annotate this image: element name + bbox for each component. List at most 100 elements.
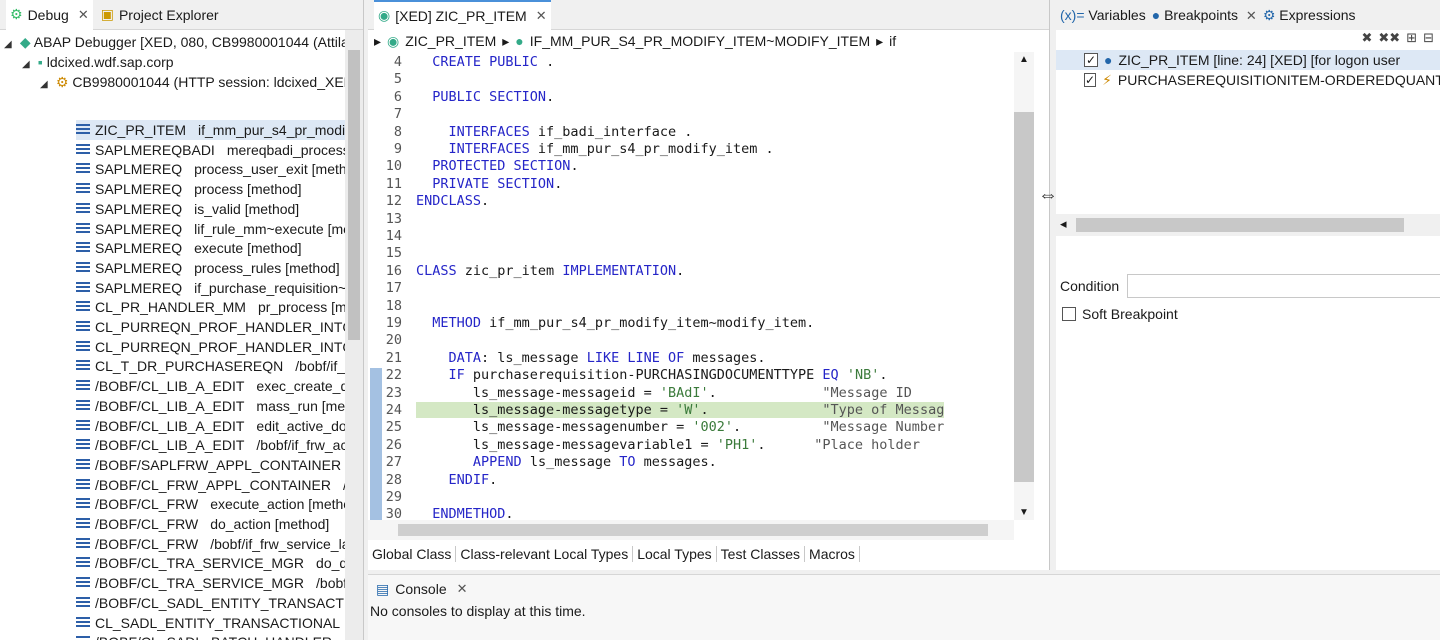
stack-frame[interactable]: SAPLMEREQ process_rules [method]: [76, 258, 346, 278]
code-line[interactable]: 20: [368, 332, 1014, 350]
chevron-down-icon[interactable]: ▼: [1019, 507, 1029, 518]
code-line[interactable]: 5: [368, 71, 1014, 89]
stack-frame[interactable]: SAPLMEREQ if_purchase_requisition~p: [76, 278, 346, 298]
stack-frame[interactable]: SAPLMEREQ lif_rule_mm~execute [me: [76, 219, 346, 239]
scroll-thumb[interactable]: [1076, 218, 1404, 232]
editor-vscroll[interactable]: ▲ ▼: [1014, 52, 1034, 520]
code-line[interactable]: 28 ENDIF.: [368, 472, 1014, 490]
code-line[interactable]: 6 PUBLIC SECTION.: [368, 89, 1014, 107]
editor-bottom-tab[interactable]: Global Class: [368, 546, 457, 562]
code-line[interactable]: 18: [368, 298, 1014, 316]
stack-frame[interactable]: /BOBF/CL_SADL_ENTITY_TRANSACT_e: [76, 593, 346, 613]
code-line[interactable]: 4 CREATE PUBLIC .: [368, 54, 1014, 72]
chevron-up-icon[interactable]: ▲: [1019, 54, 1029, 65]
stack-frame[interactable]: SAPLMEREQ process [method]: [76, 179, 346, 199]
scroll-thumb[interactable]: [1014, 112, 1034, 482]
close-icon[interactable]: ✕: [536, 8, 547, 24]
stack-frame[interactable]: /BOBF/CL_LIB_A_EDIT exec_create_draf: [76, 376, 346, 396]
close-icon[interactable]: ✕: [457, 581, 468, 597]
breakpoint-item[interactable]: ✓ ⚡ PURCHASEREQUISITIONITEM-ORDEREDQUANTIT…: [1056, 70, 1440, 90]
stack-frame[interactable]: CL_PR_HANDLER_MM pr_process [met: [76, 297, 346, 317]
breakpoint-item[interactable]: ✓ ● ZIC_PR_ITEM [line: 24] [XED] [for logo…: [1056, 50, 1440, 70]
code-line[interactable]: 23 ls_message-messageid = 'BAdI'. "Messa…: [368, 385, 1014, 403]
code-line[interactable]: 30 ENDMETHOD.: [368, 506, 1014, 520]
stack-frame[interactable]: /BOBF/CL_FRW execute_action [metho: [76, 494, 346, 514]
stack-frame[interactable]: /BOBF/CL_SADL_BATCH_HANDLERexe: [76, 632, 346, 640]
tree-node-session[interactable]: ◢ ⚙ CB9980001044 (HTTP session: ldcixed_…: [40, 72, 362, 92]
right-hscroll[interactable]: ◂: [1056, 214, 1440, 236]
stack-frame[interactable]: /BOBF/CL_FRW_APPL_CONTAINER/bo: [76, 475, 346, 495]
tree-node-host[interactable]: ◢ ▪ ldcixed.wdf.sap.corp: [22, 52, 174, 72]
code-line[interactable]: 29: [368, 489, 1014, 507]
breadcrumb-method[interactable]: IF_MM_PUR_S4_PR_MODIFY_ITEM~MODIFY_ITEM: [530, 33, 870, 49]
code-line[interactable]: 19 METHOD if_mm_pur_s4_pr_modify_item~mo…: [368, 315, 1014, 333]
code-line[interactable]: 11 PRIVATE SECTION.: [368, 176, 1014, 194]
remove-icon[interactable]: ✖: [1361, 30, 1372, 50]
stack-frame[interactable]: SAPLMEREQ execute [method]: [76, 238, 346, 258]
breakpoint-checkbox[interactable]: ✓: [1084, 73, 1097, 87]
code-line-current[interactable]: 24 ls_message-messagetype = 'W'. "Type o…: [368, 402, 1014, 420]
close-icon[interactable]: ✕: [78, 7, 89, 23]
collapse-all-icon[interactable]: ⊟: [1423, 30, 1434, 50]
stack-frame[interactable]: /BOBF/CL_FRW do_action [method]: [76, 514, 346, 534]
stack-frame[interactable]: ZIC_PR_ITEM if_mm_pur_s4_pr_modify_: [76, 120, 346, 140]
tab-variables[interactable]: (x)= Variables: [1060, 7, 1146, 23]
editor-bottom-tab[interactable]: Macros: [805, 546, 860, 562]
tab-debug[interactable]: ⚙ Debug ✕: [6, 0, 93, 30]
editor-bottom-tab[interactable]: Test Classes: [717, 546, 806, 562]
stack-frame[interactable]: CL_T_DR_PURCHASEREQN/bobf/if_frw: [76, 356, 346, 376]
stack-frame[interactable]: SAPLMEREQ process_user_exit [metho: [76, 159, 346, 179]
editor-hscroll[interactable]: [368, 520, 1014, 540]
code-line[interactable]: 25 ls_message-messagenumber = '002'. "Me…: [368, 419, 1014, 437]
scroll-thumb[interactable]: [398, 524, 988, 536]
stack-frame[interactable]: /BOBF/SAPLFRW_APPL_CONTAINER/b: [76, 455, 346, 475]
code-line[interactable]: 21 DATA: ls_message LIKE LINE OF message…: [368, 350, 1014, 368]
condition-input[interactable]: [1127, 274, 1440, 298]
tab-zic-pr-item[interactable]: ◉ [XED] ZIC_PR_ITEM ✕: [374, 0, 551, 30]
tab-expressions[interactable]: ⚙ Expressions: [1263, 7, 1356, 24]
soft-breakpoint-row[interactable]: Soft Breakpoint: [1062, 306, 1178, 322]
code-line[interactable]: 13: [368, 211, 1014, 229]
tree-node-debugger[interactable]: ◢ ◆ ABAP Debugger [XED, 080, CB998000104…: [4, 32, 349, 52]
editor-bottom-tab[interactable]: Local Types: [633, 546, 717, 562]
code-line[interactable]: 27 APPEND ls_message TO messages.: [368, 454, 1014, 472]
stack-frame[interactable]: /BOBF/CL_LIB_A_EDIT mass_run [metho: [76, 396, 346, 416]
code-line[interactable]: 15: [368, 245, 1014, 263]
soft-breakpoint-checkbox[interactable]: [1062, 307, 1076, 321]
stack-frame[interactable]: /BOBF/CL_LIB_A_EDIT edit_active_docu: [76, 416, 346, 436]
stack-frame[interactable]: /BOBF/CL_FRW/bobf/if_frw_service_lay: [76, 534, 346, 554]
code-line[interactable]: 26 ls_message-messagevariable1 = 'PH1'. …: [368, 437, 1014, 455]
code-line[interactable]: 9 INTERFACES if_mm_pur_s4_pr_modify_item…: [368, 141, 1014, 159]
code-line[interactable]: 17: [368, 280, 1014, 298]
left-scrollbar[interactable]: [345, 30, 363, 640]
breadcrumb-class[interactable]: ZIC_PR_ITEM: [405, 33, 496, 49]
code-line[interactable]: 14: [368, 228, 1014, 246]
stack-frame[interactable]: SAPLMEREQBADI mereqbadi_process_: [76, 140, 346, 160]
resize-handle-icon[interactable]: ⇔: [1038, 184, 1058, 207]
tab-breakpoints[interactable]: ● Breakpoints ✕: [1152, 7, 1257, 24]
stack-frame[interactable]: /BOBF/CL_LIB_A_EDIT/bobf/if_frw_acti: [76, 435, 346, 455]
stack-frame[interactable]: SAPLMEREQ is_valid [method]: [76, 199, 346, 219]
code-line[interactable]: 16 CLASS zic_pr_item IMPLEMENTATION.: [368, 263, 1014, 281]
stack-frame[interactable]: CL_PURREQN_PROF_HANDLER_INTGR: [76, 317, 346, 337]
chevron-left-icon[interactable]: ◂: [1060, 216, 1067, 232]
editor-bottom-tab[interactable]: Class-relevant Local Types: [456, 546, 634, 562]
close-icon[interactable]: ✕: [1246, 8, 1257, 23]
code-line[interactable]: 12 ENDCLASS.: [368, 193, 1014, 211]
stack-frame[interactable]: CL_PURREQN_PROF_HANDLER_INTGR: [76, 337, 346, 357]
chevron-down-icon[interactable]: ◢: [4, 35, 16, 55]
stack-frame[interactable]: /BOBF/CL_TRA_SERVICE_MGR/bobf/if_: [76, 573, 346, 593]
code-line[interactable]: 10 PROTECTED SECTION.: [368, 158, 1014, 176]
code-line[interactable]: 7: [368, 106, 1014, 124]
scroll-thumb[interactable]: [348, 50, 360, 340]
code-line[interactable]: 8 INTERFACES if_badi_interface .: [368, 124, 1014, 142]
code-area[interactable]: 4 CREATE PUBLIC .56 PUBLIC SECTION. 7 8 IN…: [368, 52, 1014, 520]
expand-all-icon[interactable]: ⊞: [1406, 30, 1417, 50]
chevron-down-icon[interactable]: ◢: [22, 55, 34, 75]
tab-console[interactable]: ▤ Console ✕: [368, 575, 1440, 603]
chevron-down-icon[interactable]: ◢: [40, 75, 52, 95]
breadcrumb-block[interactable]: if: [889, 33, 896, 49]
stack-frame[interactable]: /BOBF/CL_TRA_SERVICE_MGR do_do_a: [76, 553, 346, 573]
stack-frame[interactable]: CL_SADL_ENTITY_TRANSACTIONALif_s: [76, 613, 346, 633]
tab-project-explorer[interactable]: ▣ Project Explorer: [97, 0, 223, 30]
